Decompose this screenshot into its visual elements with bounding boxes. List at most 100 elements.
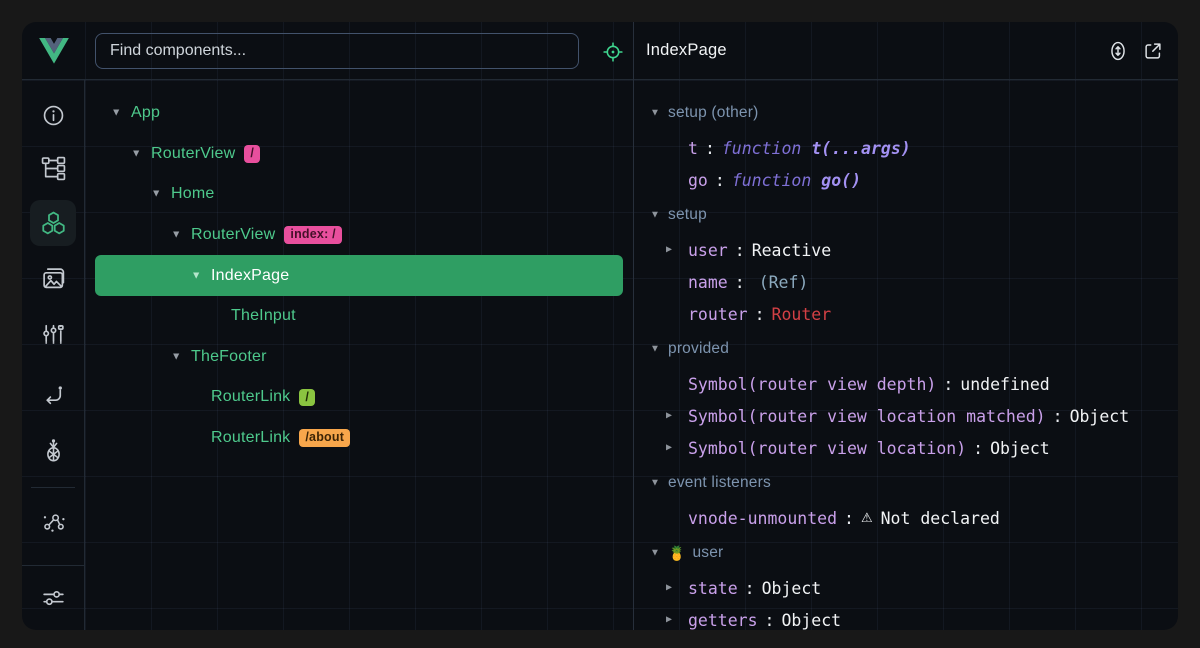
colon: :: [1053, 407, 1063, 426]
chevron-down-icon[interactable]: ▼: [171, 229, 191, 241]
state-row-router-view-depth[interactable]: Symbol(router view depth) : undefined: [634, 368, 1178, 400]
tree-node-label: IndexPage: [211, 267, 289, 285]
state-row-getters[interactable]: ▶ getters : Object: [634, 604, 1178, 630]
state-row-router-view-location-matched[interactable]: ▶ Symbol(router view location matched) :…: [634, 400, 1178, 432]
section-label: event listeners: [668, 474, 771, 492]
chevron-right-icon[interactable]: ▶: [666, 582, 672, 593]
sidebar-item-components[interactable]: [30, 200, 76, 246]
sidebar-item-component-tree[interactable]: [30, 145, 76, 191]
chevron-down-icon[interactable]: ▼: [650, 547, 668, 558]
state-row-vnode-unmounted[interactable]: vnode-unmounted : ⚠ Not declared: [634, 502, 1178, 534]
colon: :: [755, 305, 765, 324]
tree-node-routerlink-about[interactable]: RouterLink /about: [85, 418, 633, 459]
section-pinia-user[interactable]: ▼ 🍍 user: [634, 534, 1178, 572]
sidebar-item-overview[interactable]: [30, 92, 76, 138]
components-icon: [41, 211, 66, 236]
chevron-right-icon[interactable]: ▶: [666, 442, 672, 453]
search-input[interactable]: [95, 33, 579, 69]
pineapple-icon: [41, 438, 66, 463]
state-value: Object: [781, 611, 841, 630]
chevron-down-icon[interactable]: ▼: [650, 107, 668, 118]
scroll-to-component-button[interactable]: [1107, 40, 1129, 62]
chevron-down-icon[interactable]: ▼: [650, 477, 668, 488]
state-value: Not declared: [881, 509, 1000, 528]
chevron-right-icon[interactable]: ▶: [666, 410, 672, 421]
colon: :: [765, 611, 775, 630]
vue-logo-icon: [39, 38, 69, 64]
state-row-state[interactable]: ▶ state : Object: [634, 572, 1178, 604]
tree-node-label: TheFooter: [191, 348, 267, 366]
state-key: name: [688, 273, 728, 292]
open-in-editor-button[interactable]: [1142, 40, 1164, 62]
section-setup[interactable]: ▼ setup: [634, 196, 1178, 234]
state-row-router-view-location[interactable]: ▶ Symbol(router view location) : Object: [634, 432, 1178, 464]
chevron-down-icon[interactable]: ▼: [111, 107, 131, 119]
state-key: Symbol(router view location): [688, 439, 966, 458]
route-icon: [41, 383, 66, 408]
tree-node-label: Home: [171, 185, 214, 203]
state-row-go[interactable]: go : function go(): [634, 164, 1178, 196]
chevron-down-icon[interactable]: ▼: [171, 350, 191, 362]
colon: :: [735, 273, 745, 292]
state-value: go(): [821, 171, 861, 190]
tree-node-theinput[interactable]: TheInput: [85, 296, 633, 337]
tree-node-routerview[interactable]: ▼ RouterView /: [85, 134, 633, 175]
chevron-down-icon[interactable]: ▼: [650, 209, 668, 220]
sidebar-item-settings[interactable]: [30, 574, 76, 620]
tree-node-indexpage-selected[interactable]: ▼ IndexPage: [95, 255, 623, 296]
sidebar-item-router[interactable]: [30, 372, 76, 418]
tree-node-routerlink-root[interactable]: RouterLink /: [85, 377, 633, 418]
state-value-keyword: function: [732, 171, 811, 190]
chevron-down-icon[interactable]: ▼: [151, 188, 171, 200]
state-key: user: [688, 241, 728, 260]
colon: :: [973, 439, 983, 458]
sidebar-divider: [31, 487, 75, 488]
tree-node-app[interactable]: ▼ App: [85, 93, 633, 134]
state-value: undefined: [960, 375, 1049, 394]
sidebar: [22, 80, 85, 630]
scroll-to-component-icon: [1107, 40, 1129, 62]
inspector-header: IndexPage: [633, 22, 1178, 80]
external-link-icon: [1142, 40, 1164, 62]
crosshair-icon: [602, 41, 624, 63]
state-value: Object: [762, 579, 822, 598]
state-row-router[interactable]: router : Router: [634, 298, 1178, 330]
chevron-right-icon[interactable]: ▶: [666, 614, 672, 625]
section-label: setup: [668, 206, 707, 224]
sliders-horizontal-icon: [41, 585, 66, 610]
section-provided[interactable]: ▼ provided: [634, 330, 1178, 368]
tree-node-thefooter[interactable]: ▼ TheFooter: [85, 337, 633, 378]
state-row-name[interactable]: name : (Ref): [634, 266, 1178, 298]
chevron-down-icon[interactable]: ▼: [131, 147, 151, 159]
colon: :: [735, 241, 745, 260]
section-label: user: [692, 544, 723, 562]
state-value-keyword: function: [722, 139, 801, 158]
section-setup-other[interactable]: ▼ setup (other): [634, 94, 1178, 132]
chevron-right-icon[interactable]: ▶: [666, 244, 672, 255]
tree-node-routerview-index[interactable]: ▼ RouterView index: /: [85, 215, 633, 256]
route-badge: /: [299, 389, 315, 407]
tree-node-label: RouterLink: [211, 388, 290, 406]
pinia-store-icon: 🍍: [668, 545, 685, 562]
state-row-t[interactable]: t : function t(...args): [634, 132, 1178, 164]
search-zone: [85, 22, 633, 80]
sidebar-item-pinia[interactable]: [30, 427, 76, 473]
chevron-down-icon[interactable]: ▼: [191, 269, 211, 281]
tree-node-label: TheInput: [231, 307, 296, 325]
sidebar-item-timeline[interactable]: [30, 310, 76, 356]
section-event-listeners[interactable]: ▼ event listeners: [634, 464, 1178, 502]
sidebar-divider: [22, 565, 84, 566]
state-key: Symbol(router view depth): [688, 375, 936, 394]
tree-node-home[interactable]: ▼ Home: [85, 174, 633, 215]
state-key: getters: [688, 611, 758, 630]
state-row-user[interactable]: ▶ user : Reactive: [634, 234, 1178, 266]
tree-node-label: RouterLink: [211, 429, 290, 447]
sidebar-item-assets[interactable]: [30, 255, 76, 301]
state-key: Symbol(router view location matched): [688, 407, 1046, 426]
component-picker-button[interactable]: [601, 40, 625, 64]
chevron-down-icon[interactable]: ▼: [650, 343, 668, 354]
sidebar-item-graph[interactable]: [30, 499, 76, 545]
component-tree-panel: ▼ App ▼ RouterView / ▼ Home ▼ RouterView…: [85, 80, 633, 630]
state-value: Object: [990, 439, 1050, 458]
colon: :: [745, 579, 755, 598]
